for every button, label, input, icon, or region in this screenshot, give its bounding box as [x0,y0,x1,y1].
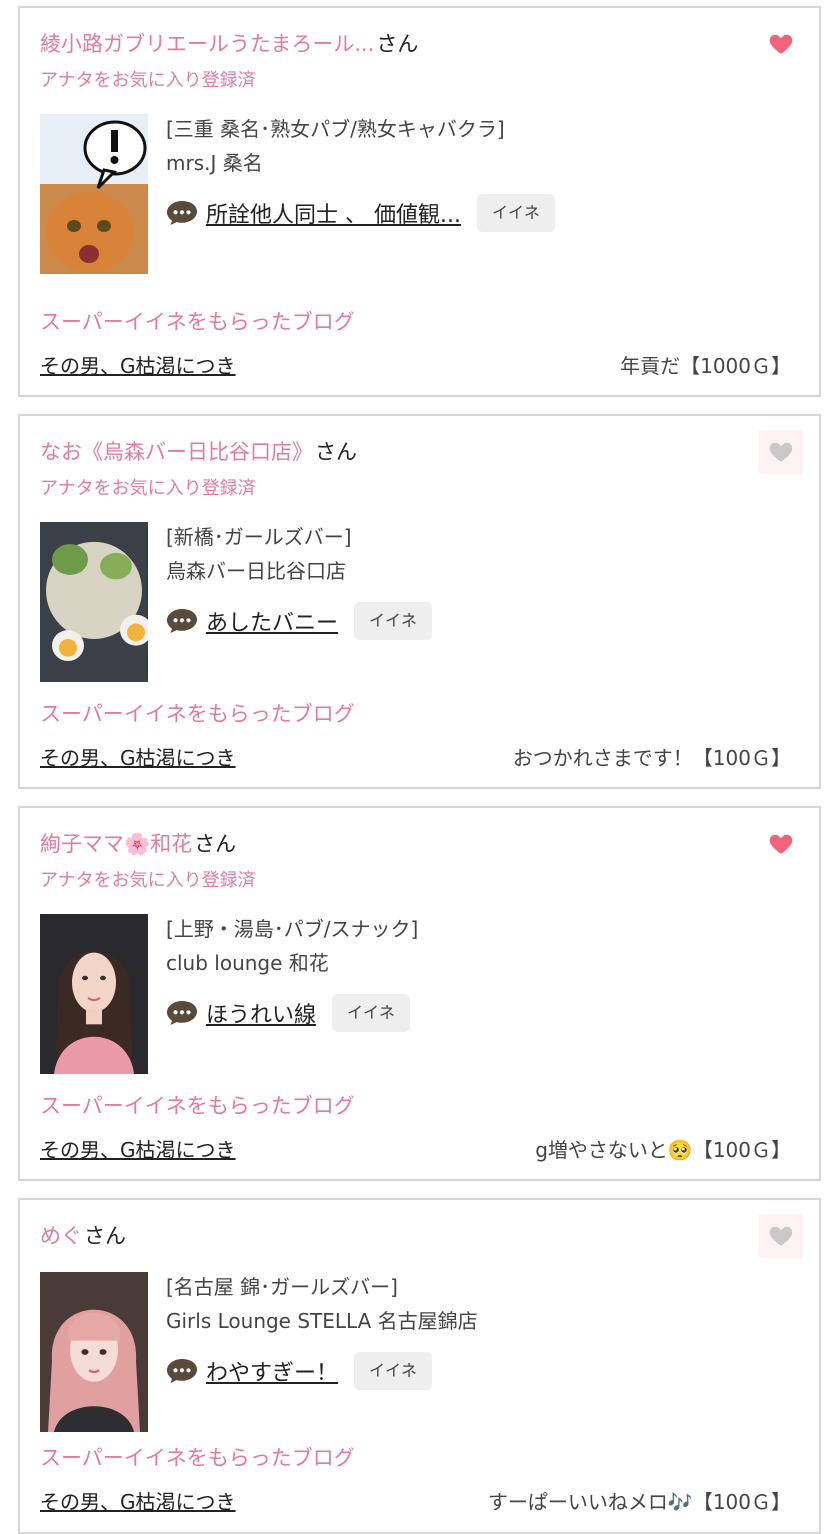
heart-icon[interactable] [759,822,803,866]
comment-bubble-icon [167,1001,197,1025]
favorite-status: アナタをお気に入り登録済 [40,70,256,91]
blog-title-link[interactable]: その男、G枯渇につき [40,350,236,379]
iine-button[interactable]: イイネ [354,1352,433,1390]
honorific: さん [194,832,237,856]
feed-card: 綾小路ガブリエールうたまろール...さん アナタをお気に入り登録済 [三重 桑名… [18,6,821,397]
shop-category: [上野・湯島･パブ/スナック] [166,917,419,941]
feed-card: なお《烏森バー日比谷口店》さん アナタをお気に入り登録済 [新橋･ガールズバー]… [18,414,821,789]
cast-info: [新橋･ガールズバー] 烏森バー日比谷口店 あしたバニー イイネ [166,524,433,640]
sender-name-row: 綾小路ガブリエールうたまろール...さん [40,30,418,58]
iine-button[interactable]: イイネ [332,994,411,1032]
iine-button[interactable]: イイネ [476,194,555,232]
honorific: さん [376,32,419,56]
super-iine-label: スーパーイイネをもらったブログ [40,1094,355,1118]
comment-row: 所詮他人同士 、 価値観... イイネ [166,194,555,232]
feed-card: 絢子ママ🌸和花さん アナタをお気に入り登録済 [上野・湯島･パブ/スナック] c… [18,806,821,1181]
comment-link[interactable]: ほうれい線 [206,997,316,1029]
sender-name-link[interactable]: 絢子ママ🌸和花 [40,832,192,856]
sender-name-row: めぐさん [40,1222,126,1250]
blog-title-link[interactable]: その男、G枯渇につき [40,1486,236,1515]
profile-photo[interactable] [40,1272,148,1432]
heart-icon[interactable] [759,22,803,66]
cast-info: [上野・湯島･パブ/スナック] club lounge 和花 ほうれい線 イイネ [166,916,418,1032]
heart-icon[interactable] [759,430,803,474]
comment-link[interactable]: わやすぎー！ [206,1355,338,1387]
reward-message: g増やさないと🥺【100Ｇ】 [535,1138,791,1162]
feed-card: めぐさん [名古屋 錦･ガールズバー] Girls Lounge STELLA … [18,1198,821,1534]
shop-name[interactable]: club lounge 和花 [166,950,418,976]
sender-name-row: なお《烏森バー日比谷口店》さん [40,438,357,466]
iine-button[interactable]: イイネ [354,602,433,640]
shop-name[interactable]: 烏森バー日比谷口店 [166,558,432,584]
favorite-status: アナタをお気に入り登録済 [40,478,256,499]
reward-message: おつかれさまです！【100Ｇ】 [512,746,791,770]
honorific: さん [315,440,357,464]
sender-name-link[interactable]: めぐ [40,1224,82,1248]
shop-category: [三重 桑名･熟女パブ/熟女キャバクラ] [166,117,505,141]
comment-row: わやすぎー！ イイネ [166,1352,478,1390]
comment-bubble-icon [167,609,197,633]
sender-name-link[interactable]: なお《烏森バー日比谷口店》 [40,440,313,464]
shop-category: [名古屋 錦･ガールズバー] [166,1275,398,1299]
blog-title-link[interactable]: その男、G枯渇につき [40,1134,236,1163]
comment-row: ほうれい線 イイネ [166,994,418,1032]
sender-name-row: 絢子ママ🌸和花さん [40,830,236,858]
super-iine-feed: 綾小路ガブリエールうたまろール...さん アナタをお気に入り登録済 [三重 桑名… [0,0,840,1534]
reward-message: すーぱーいいねメロ🎶【100Ｇ】 [487,1490,791,1514]
blog-title-link[interactable]: その男、G枯渇につき [40,742,236,771]
profile-photo[interactable] [40,914,148,1074]
comment-row: あしたバニー イイネ [166,602,433,640]
heart-icon[interactable] [759,1214,803,1258]
sender-name-link[interactable]: 綾小路ガブリエールうたまろール... [40,32,374,56]
favorite-status: アナタをお気に入り登録済 [40,870,256,891]
super-iine-label: スーパーイイネをもらったブログ [40,310,355,334]
cast-info: [三重 桑名･熟女パブ/熟女キャバクラ] mrs.J 桑名 所詮他人同士 、 価… [166,116,555,232]
super-iine-label: スーパーイイネをもらったブログ [40,1446,355,1470]
comment-link[interactable]: 所詮他人同士 、 価値観... [206,197,461,229]
comment-bubble-icon [167,1359,197,1383]
super-iine-label: スーパーイイネをもらったブログ [40,702,355,726]
shop-name[interactable]: mrs.J 桑名 [166,150,555,176]
cast-info: [名古屋 錦･ガールズバー] Girls Lounge STELLA 名古屋錦店… [166,1274,478,1390]
comment-link[interactable]: あしたバニー [206,605,338,637]
shop-category: [新橋･ガールズバー] [166,525,352,549]
reward-message: 年貢だ【1000Ｇ】 [620,354,791,378]
shop-name[interactable]: Girls Lounge STELLA 名古屋錦店 [166,1308,478,1334]
profile-photo[interactable] [40,522,148,682]
comment-bubble-icon [167,201,197,225]
profile-photo[interactable] [40,114,148,274]
honorific: さん [84,1224,126,1248]
